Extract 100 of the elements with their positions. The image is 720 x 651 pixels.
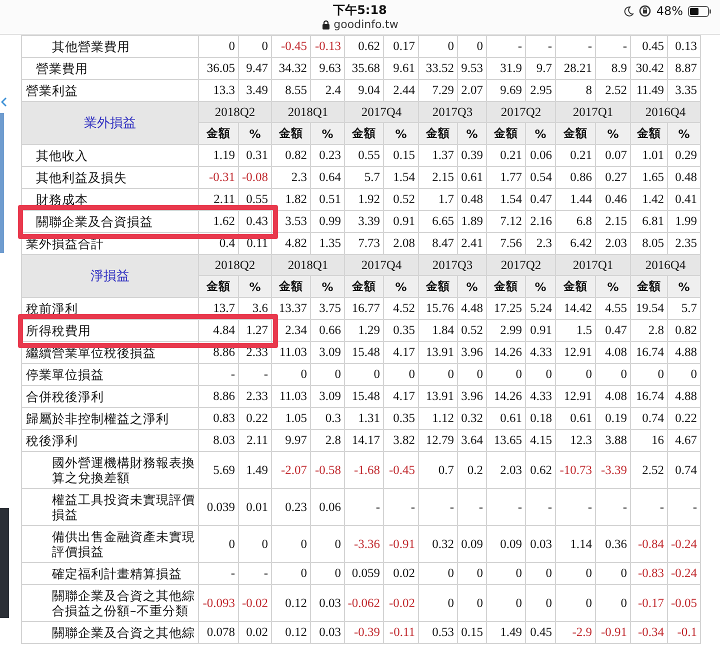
row-label: 其他收入: [22, 144, 198, 166]
table-cell: -0.02: [238, 584, 272, 622]
table-cell: -3.39: [596, 452, 630, 488]
column-header: %: [458, 276, 486, 298]
table-cell: 13.91: [418, 342, 458, 364]
table-cell: 0.48: [458, 188, 486, 210]
table-cell: 6.65: [418, 210, 458, 232]
table-cell: -0.062: [344, 584, 384, 622]
section-title: 淨損益: [22, 254, 198, 298]
table-cell: 0.02: [384, 562, 418, 584]
period-header: 2017Q1: [556, 102, 630, 122]
table-cell: 0.13: [668, 36, 700, 58]
table-cell: 0.36: [596, 526, 630, 562]
table-cell: -: [526, 488, 556, 526]
table-cell: 0.12: [272, 622, 310, 644]
table-cell: 8.87: [668, 58, 700, 80]
table-cell: -: [198, 364, 238, 386]
table-cell: 1.99: [668, 210, 700, 232]
table-cell: 14.42: [556, 298, 596, 320]
table-cell: 0: [418, 562, 458, 584]
table-cell: 2.33: [238, 386, 272, 408]
row-label: 關聯企業及合資之其他綜: [22, 622, 198, 644]
column-header: %: [310, 122, 344, 144]
table-cell: -0.84: [630, 526, 668, 562]
table-cell: 15.76: [418, 298, 458, 320]
table-cell: 2.16: [526, 210, 556, 232]
battery-percent: 48%: [656, 4, 683, 18]
table-cell: 0.27: [596, 166, 630, 188]
table-cell: 0.52: [458, 320, 486, 342]
table-cell: 0: [526, 364, 556, 386]
table-cell: 1.5: [556, 320, 596, 342]
column-header: 金額: [418, 276, 458, 298]
column-header: %: [310, 276, 344, 298]
battery-icon: [688, 6, 712, 16]
row-label: 稅前淨利: [22, 298, 198, 320]
table-cell: 0.54: [526, 166, 556, 188]
table-cell: 0.3: [310, 408, 344, 430]
table-cell: 16.74: [630, 386, 668, 408]
table-cell: 1.84: [418, 320, 458, 342]
table-cell: 13.91: [418, 386, 458, 408]
table-cell: 0: [458, 36, 486, 58]
row-label: 財務成本: [22, 188, 198, 210]
table-cell: 0.32: [418, 526, 458, 562]
chevron-left-icon[interactable]: [1, 97, 7, 107]
column-header: 金額: [418, 122, 458, 144]
table-cell: 6.81: [630, 210, 668, 232]
table-cell: 0.61: [486, 408, 526, 430]
column-header: %: [384, 276, 418, 298]
table-cell: 0.12: [272, 584, 310, 622]
row-label: 權益工具投資未實現評價損益: [22, 488, 198, 526]
table-cell: 0.47: [526, 188, 556, 210]
table-cell: 0: [486, 584, 526, 622]
table-cell: 0.07: [596, 144, 630, 166]
table-cell: 2.52: [630, 452, 668, 488]
table-cell: 1.05: [272, 408, 310, 430]
table-cell: 1.12: [418, 408, 458, 430]
table-cell: -: [238, 562, 272, 584]
table-cell: 3.96: [458, 386, 486, 408]
table-cell: 0: [486, 562, 526, 584]
table-cell: 0: [458, 562, 486, 584]
table-cell: 8.9: [596, 58, 630, 80]
table-cell: 1.77: [486, 166, 526, 188]
table-cell: 0.21: [556, 144, 596, 166]
table-cell: 0.078: [198, 622, 238, 644]
period-header: 2017Q3: [418, 254, 486, 276]
table-cell: 36.05: [198, 58, 238, 80]
table-cell: 0.62: [526, 452, 556, 488]
table-cell: 0: [556, 562, 596, 584]
table-cell: 3.75: [310, 298, 344, 320]
table-cell: 1.37: [418, 144, 458, 166]
table-cell: -: [486, 488, 526, 526]
column-header: %: [668, 276, 700, 298]
table-cell: 12.91: [556, 386, 596, 408]
table-cell: 0.41: [668, 188, 700, 210]
url-text[interactable]: goodinfo.tw: [334, 18, 398, 32]
table-cell: 0.7: [418, 452, 458, 488]
table-cell: 1.62: [198, 210, 238, 232]
table-cell: -0.05: [668, 584, 700, 622]
table-cell: 5.24: [526, 298, 556, 320]
column-header: 金額: [344, 122, 384, 144]
column-header: 金額: [272, 276, 310, 298]
table-cell: 0.15: [458, 622, 486, 644]
column-header: %: [384, 122, 418, 144]
table-cell: -1.68: [344, 452, 384, 488]
table-cell: 0: [272, 526, 310, 562]
column-header: %: [596, 122, 630, 144]
period-header: 2017Q2: [486, 254, 556, 276]
table-cell: 4.67: [668, 430, 700, 452]
table-cell: 3.96: [458, 342, 486, 364]
table-cell: 1.49: [486, 622, 526, 644]
table-cell: 0: [596, 584, 630, 622]
table-cell: 0.43: [238, 210, 272, 232]
table-cell: 1.19: [198, 144, 238, 166]
table-cell: 0.45: [630, 36, 668, 58]
table-cell: -0.34: [630, 622, 668, 644]
table-cell: 2.34: [272, 320, 310, 342]
table-cell: 0.55: [344, 144, 384, 166]
table-cell: 0.31: [238, 144, 272, 166]
table-cell: -2.9: [556, 622, 596, 644]
table-cell: -0.11: [384, 622, 418, 644]
